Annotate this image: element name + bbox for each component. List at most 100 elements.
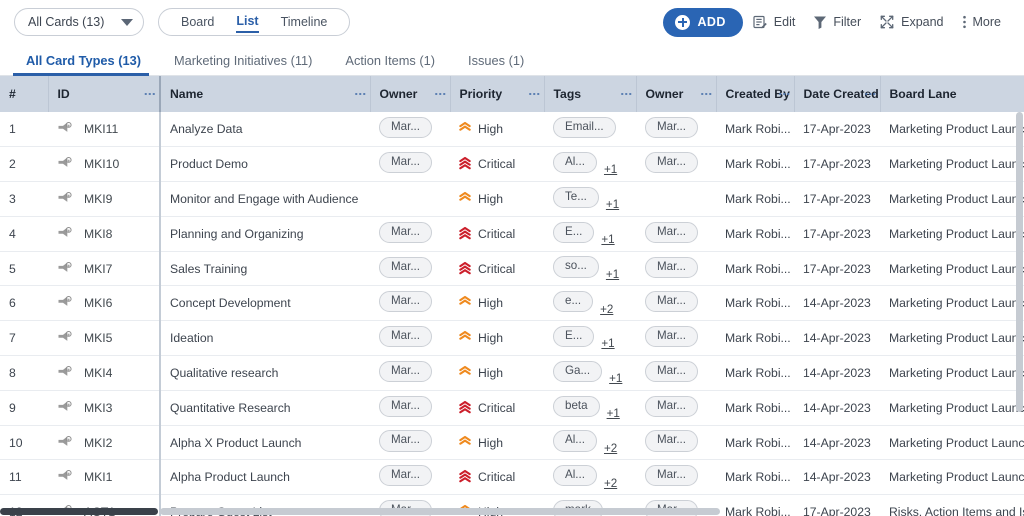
cell-owner-2[interactable]: Mar... xyxy=(636,146,716,183)
tag-chip[interactable]: E... xyxy=(553,221,595,243)
horizontal-scrollbar[interactable] xyxy=(0,507,1024,516)
cell-owner-1[interactable]: Mar... xyxy=(370,285,450,322)
tag-chip[interactable]: Ga... xyxy=(553,360,603,382)
owner-chip[interactable]: Mar... xyxy=(645,291,698,313)
cell-owner-2[interactable]: Mar... xyxy=(636,112,716,148)
owner-chip[interactable]: Mar... xyxy=(645,465,698,487)
cell-id[interactable]: MKI5 xyxy=(48,320,160,357)
cell-name[interactable]: Qualitative research xyxy=(159,355,370,391)
col-header-id[interactable]: ID ⋮ xyxy=(48,76,161,112)
cell-owner-2[interactable]: Mar... xyxy=(636,320,716,357)
cell-tags[interactable]: e... +2 xyxy=(544,285,636,322)
cell-owner-2[interactable] xyxy=(636,181,716,217)
cell-name[interactable]: Sales Training xyxy=(159,251,370,287)
owner-chip[interactable]: Mar... xyxy=(379,360,432,383)
owner-chip[interactable]: Mar... xyxy=(379,152,432,174)
column-menu-icon[interactable]: ⋮ xyxy=(434,88,448,100)
horizontal-scrollbar-frozen-cap[interactable] xyxy=(0,508,158,515)
cell-name[interactable]: Product Demo xyxy=(159,146,370,183)
cell-owner-1[interactable]: Mar... xyxy=(370,425,450,461)
table-row[interactable]: 2 MKI10 Product Demo Mar... Critical Al... +1 M… xyxy=(0,146,1024,183)
tab-issues[interactable]: Issues (1) xyxy=(453,54,542,75)
vertical-scrollbar-thumb[interactable] xyxy=(1016,112,1023,412)
owner-chip[interactable]: Mar... xyxy=(379,117,432,139)
column-menu-icon[interactable]: ⋮ xyxy=(620,88,634,100)
view-timeline[interactable]: Timeline xyxy=(281,12,328,32)
cell-id[interactable]: MKI7 xyxy=(48,251,160,287)
column-menu-icon[interactable]: ⋮ xyxy=(778,88,792,100)
col-header-number[interactable]: # xyxy=(0,76,49,112)
tag-overflow-link[interactable]: +1 xyxy=(601,337,614,350)
cell-name[interactable]: Quantitative Research xyxy=(159,390,370,426)
cell-owner-1[interactable]: Mar... xyxy=(370,216,450,252)
owner-chip[interactable]: Mar... xyxy=(379,256,432,278)
cell-owner-2[interactable]: Mar... xyxy=(636,355,716,391)
table-row[interactable]: 7 MKI5 Ideation Mar... High E... +1 Mar... Mark … xyxy=(0,320,1024,357)
column-menu-icon[interactable]: ⋮ xyxy=(700,88,714,100)
col-header-board-lane[interactable]: Board Lane xyxy=(880,76,1024,112)
horizontal-scrollbar-thumb[interactable] xyxy=(160,508,720,515)
tag-chip[interactable]: so... xyxy=(553,256,599,278)
cell-owner-1[interactable]: Mar... xyxy=(370,146,450,183)
cell-id[interactable]: MKI11 xyxy=(48,112,160,148)
table-row[interactable]: 6 MKI6 Concept Development Mar... High e... +2… xyxy=(0,285,1024,322)
col-header-name[interactable]: Name ⋮ xyxy=(159,76,371,112)
tag-chip[interactable]: Al... xyxy=(553,430,597,452)
cards-filter-dropdown[interactable]: All Cards (13) xyxy=(14,8,144,36)
cell-tags[interactable]: Ga... +1 xyxy=(544,355,636,391)
owner-chip[interactable]: Mar... xyxy=(379,465,432,487)
table-row[interactable]: 3 MKI9 Monitor and Engage with Audience Hig… xyxy=(0,181,1024,217)
tag-chip[interactable]: Te... xyxy=(553,186,599,208)
table-row[interactable]: 1 MKI11 Analyze Data Mar... High Email... Mar.… xyxy=(0,112,1024,148)
tab-all-card-types[interactable]: All Card Types (13) xyxy=(11,54,159,76)
tag-overflow-link[interactable]: +1 xyxy=(609,372,622,385)
add-button[interactable]: ADD xyxy=(663,7,743,37)
cell-tags[interactable]: Email... xyxy=(544,112,636,148)
cell-tags[interactable]: Te... +1 xyxy=(544,181,636,217)
cell-id[interactable]: MKI4 xyxy=(48,355,160,391)
tag-chip[interactable]: E... xyxy=(553,325,595,348)
tag-chip[interactable]: Email... xyxy=(553,117,616,139)
owner-chip[interactable]: Mar... xyxy=(379,221,432,243)
cell-tags[interactable]: Al... +2 xyxy=(544,425,636,461)
tab-marketing-initiatives[interactable]: Marketing Initiatives (11) xyxy=(159,54,330,75)
col-header-created-by[interactable]: Created By ⋮ xyxy=(716,76,795,112)
cell-id[interactable]: MKI1 xyxy=(48,459,160,496)
tag-overflow-link[interactable]: +1 xyxy=(606,268,619,281)
tag-chip[interactable]: Al... xyxy=(553,465,597,487)
owner-chip[interactable]: Mar... xyxy=(379,291,432,313)
cell-name[interactable]: Alpha X Product Launch xyxy=(159,425,370,461)
owner-chip[interactable]: Mar... xyxy=(645,430,698,452)
column-menu-icon[interactable]: ⋮ xyxy=(864,88,878,100)
cell-owner-1[interactable]: Mar... xyxy=(370,320,450,357)
cell-owner-2[interactable]: Mar... xyxy=(636,459,716,496)
column-menu-icon[interactable]: ⋮ xyxy=(528,88,542,100)
cell-id[interactable]: MKI8 xyxy=(48,216,160,252)
col-header-owner-1[interactable]: Owner ⋮ xyxy=(370,76,451,112)
owner-chip[interactable]: Mar... xyxy=(645,360,698,383)
view-board[interactable]: Board xyxy=(181,12,214,32)
cell-id[interactable]: MKI9 xyxy=(48,181,160,217)
tag-overflow-link[interactable]: +2 xyxy=(604,442,617,455)
col-header-tags[interactable]: Tags ⋮ xyxy=(544,76,637,112)
cell-tags[interactable]: E... +1 xyxy=(544,320,636,357)
view-list[interactable]: List xyxy=(236,11,259,33)
cell-tags[interactable]: so... +1 xyxy=(544,251,636,287)
owner-chip[interactable]: Mar... xyxy=(645,117,698,139)
cell-owner-2[interactable]: Mar... xyxy=(636,216,716,252)
col-header-date-created[interactable]: Date Created ⋮ xyxy=(794,76,881,112)
tag-overflow-link[interactable]: +1 xyxy=(604,163,617,176)
cell-name[interactable]: Concept Development xyxy=(159,285,370,322)
filter-button[interactable]: Filter xyxy=(804,7,870,37)
tab-action-items[interactable]: Action Items (1) xyxy=(330,54,453,75)
owner-chip[interactable]: Mar... xyxy=(645,326,698,348)
expand-button[interactable]: Expand xyxy=(870,7,952,37)
tag-overflow-link[interactable]: +1 xyxy=(606,198,619,211)
more-button[interactable]: More xyxy=(953,7,1010,37)
tag-overflow-link[interactable]: +1 xyxy=(601,233,614,246)
cell-tags[interactable]: E... +1 xyxy=(544,216,636,252)
vertical-scrollbar[interactable] xyxy=(1015,76,1024,516)
tag-overflow-link[interactable]: +1 xyxy=(607,407,620,420)
cell-name[interactable]: Planning and Organizing xyxy=(159,216,370,252)
cell-id[interactable]: MKI2 xyxy=(48,425,160,461)
